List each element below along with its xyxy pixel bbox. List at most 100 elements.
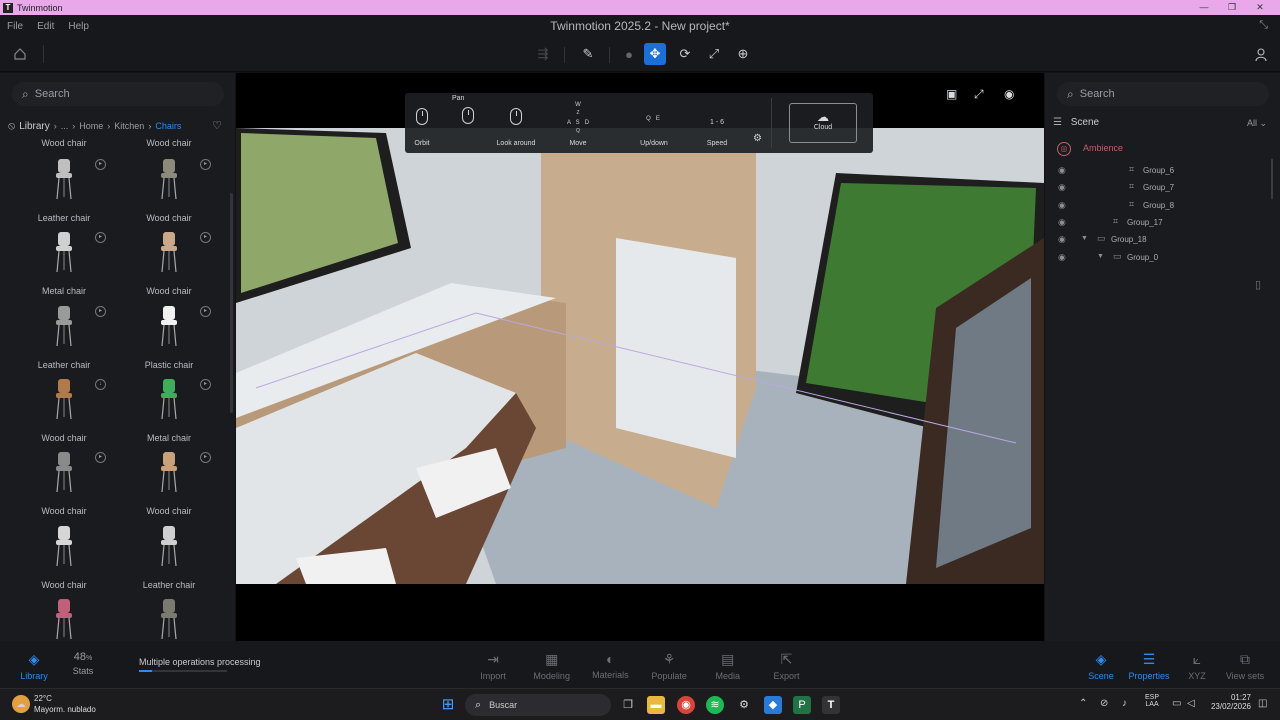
visibility-eye-icon[interactable]: ◉: [1058, 234, 1066, 245]
task-view-icon[interactable]: ❐: [619, 696, 637, 714]
modeling-tab[interactable]: ▦ Modeling: [522, 651, 582, 681]
preview-icon[interactable]: ▸: [200, 452, 211, 464]
asset-tile[interactable]: ▸ Plastic chair: [119, 300, 219, 370]
chrome-icon[interactable]: ◉: [677, 696, 695, 714]
back-icon[interactable]: ●: [618, 43, 640, 65]
spotify-icon[interactable]: ≋: [706, 696, 724, 714]
asset-tile[interactable]: ▸ Metal chair: [119, 373, 219, 443]
breadcrumb-kitchen[interactable]: Kitchen: [114, 121, 144, 131]
scale-tool-icon[interactable]: ⤢: [703, 43, 725, 65]
maximize-icon[interactable]: ❐: [1218, 0, 1246, 15]
asset-tile[interactable]: ▸ Leather chair: [14, 300, 114, 370]
close-icon[interactable]: ✕: [1246, 0, 1274, 15]
expand-arrow-icon[interactable]: ▼: [1097, 253, 1104, 260]
scene-search[interactable]: ⌕ Search: [1057, 82, 1269, 106]
breadcrumb-library[interactable]: Library: [19, 121, 50, 132]
pipette-icon[interactable]: ✎: [577, 43, 599, 65]
screen-icon[interactable]: ▣: [946, 87, 957, 101]
user-icon[interactable]: [1250, 43, 1272, 65]
tree-row[interactable]: ◉ ⌗ Group_8: [1045, 197, 1273, 214]
tree-scrollbar[interactable]: [1271, 159, 1273, 199]
menu-file[interactable]: File: [7, 21, 23, 32]
fullscreen-icon[interactable]: ⤢: [974, 87, 984, 102]
visibility-eye-icon[interactable]: ◉: [1058, 182, 1066, 193]
favorite-icon[interactable]: ♡: [212, 119, 222, 132]
visibility-eye-icon[interactable]: ◉: [1058, 252, 1066, 263]
library-search[interactable]: ⌕ Search: [12, 82, 224, 106]
rotate-tool-icon[interactable]: ⟳: [674, 43, 696, 65]
tree-row[interactable]: ◉ ▼ ▭ Group_18: [1045, 231, 1273, 248]
windows-start-icon[interactable]: ⊞: [439, 696, 457, 714]
notification-icon[interactable]: ◫: [1258, 698, 1267, 709]
store-icon[interactable]: ◆: [764, 696, 782, 714]
language-indicator[interactable]: ESP LAA: [1145, 694, 1159, 708]
taskbar-search[interactable]: ⌕ Buscar: [465, 694, 611, 716]
collapse-icon[interactable]: ⤡: [1259, 19, 1268, 32]
stats-tab[interactable]: 48% Stats: [53, 651, 113, 676]
panel-toggle-icon[interactable]: ▯: [1255, 278, 1261, 291]
select-icon[interactable]: ⇶: [532, 43, 554, 65]
preview-icon[interactable]: ▸: [95, 452, 106, 464]
tree-row[interactable]: ◉ ⌗ Group_17: [1045, 214, 1273, 231]
library-tab-label: Library: [20, 671, 48, 681]
visibility-icon[interactable]: ◉: [1004, 87, 1014, 101]
menu-edit[interactable]: Edit: [37, 21, 54, 32]
menu-help[interactable]: Help: [68, 21, 89, 32]
export-tab[interactable]: ⇱ Export: [757, 651, 817, 681]
tree-row[interactable]: ◉ ⌗ Group_7: [1045, 179, 1273, 196]
preview-icon[interactable]: ▸: [200, 159, 211, 170]
asset-tile[interactable]: ▸ Leather chair: [14, 153, 114, 223]
preview-icon[interactable]: ▸: [200, 232, 211, 244]
asset-tile[interactable]: Wood chair: [14, 520, 114, 590]
weather-icon[interactable]: ☁: [12, 695, 30, 713]
asset-tile[interactable]: ▸ Wood chair: [119, 446, 219, 516]
microphone-icon[interactable]: ♪: [1122, 698, 1127, 709]
ambience-label[interactable]: Ambience: [1083, 143, 1123, 153]
stats-number: 48: [73, 651, 86, 663]
kitchen-scene[interactable]: [236, 128, 1044, 584]
tree-row[interactable]: ◉ ▼ ▭ Group_0: [1045, 249, 1273, 266]
tree-row[interactable]: ◉ ⌗ Group_6: [1045, 162, 1273, 179]
expand-arrow-icon[interactable]: ▼: [1081, 235, 1088, 242]
file-explorer-icon[interactable]: ▬: [647, 696, 665, 714]
visibility-eye-icon[interactable]: ◉: [1058, 200, 1066, 211]
home-icon[interactable]: [9, 43, 31, 65]
display-icon[interactable]: ▭: [1172, 698, 1181, 709]
network-off-icon[interactable]: ⊘: [1100, 698, 1108, 709]
preview-icon[interactable]: ▸: [200, 378, 211, 390]
asset-tile[interactable]: ▸ Wood chair: [14, 446, 114, 516]
preview-icon[interactable]: ▸: [95, 305, 106, 317]
volume-icon[interactable]: ◁: [1187, 698, 1195, 709]
preview-icon[interactable]: ▸: [95, 232, 106, 244]
tray-chevron-icon[interactable]: ⌃: [1079, 698, 1087, 709]
project-icon[interactable]: P: [793, 696, 811, 714]
3d-viewport[interactable]: Pan Orbit Look around W Z A S D Q Move Q…: [236, 73, 1044, 641]
media-tab[interactable]: ▤ Media: [698, 651, 758, 681]
move-tool-icon[interactable]: ✥: [644, 43, 666, 65]
asset-tile[interactable]: ▸ Wood chair: [119, 226, 219, 296]
preview-icon[interactable]: ▸: [200, 305, 211, 317]
twinmotion-taskbar-icon[interactable]: T: [822, 696, 840, 714]
settings-icon[interactable]: ⚙: [753, 133, 762, 144]
visibility-eye-icon[interactable]: ◉: [1058, 165, 1066, 176]
populate-tab[interactable]: ⚘ Populate: [639, 651, 699, 681]
import-tab[interactable]: ⇥ Import: [463, 651, 523, 681]
app-icon[interactable]: ⚙: [735, 696, 753, 714]
minimize-icon[interactable]: —: [1190, 0, 1218, 15]
globe-icon[interactable]: ⊕: [732, 43, 754, 65]
view-sets-tab[interactable]: ⧉ View sets: [1215, 651, 1275, 681]
visibility-eye-icon[interactable]: ◉: [1058, 217, 1066, 228]
asset-tile[interactable]: ▸ Wood chair: [119, 153, 219, 223]
preview-icon[interactable]: ▸: [95, 159, 106, 170]
breadcrumb-ellipsis[interactable]: ...: [61, 121, 69, 131]
materials-tab[interactable]: ◐ Materials: [580, 651, 640, 680]
filter-dropdown[interactable]: All ⌄: [1247, 118, 1267, 129]
library-scrollbar[interactable]: [230, 193, 233, 413]
breadcrumb-home[interactable]: Home: [79, 121, 103, 131]
asset-tile[interactable]: Leather chair: [119, 520, 219, 590]
clock[interactable]: 01:27 23/02/2026: [1203, 693, 1251, 711]
cloud-button[interactable]: ☁ Cloud: [789, 103, 857, 143]
download-icon[interactable]: ↓: [95, 378, 106, 390]
asset-tile[interactable]: ▸ Metal chair: [14, 226, 114, 296]
asset-tile[interactable]: ↓ Wood chair: [14, 373, 114, 443]
